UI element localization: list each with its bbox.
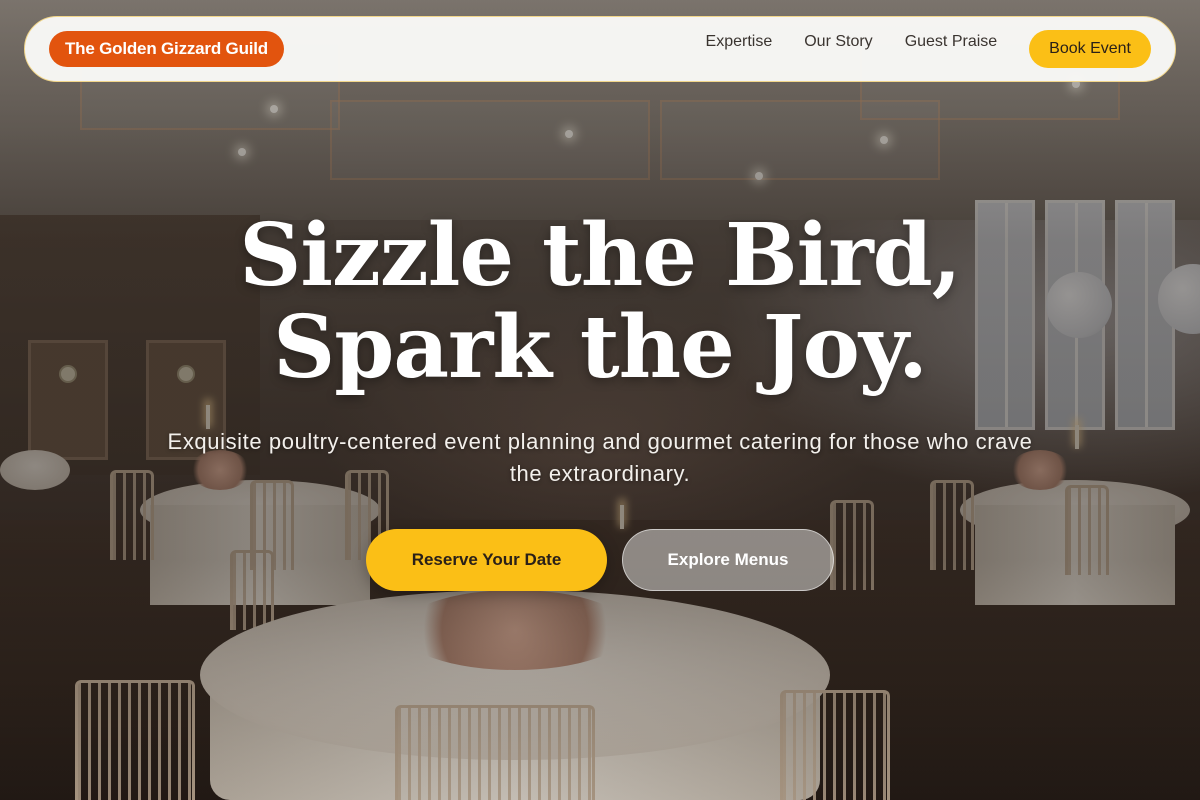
hero-title-line-2: Spark the Joy. <box>273 297 928 398</box>
brand-logo-link[interactable]: The Golden Gizzard Guild <box>49 31 284 67</box>
hero-title-line-1: Sizzle the Bird, <box>239 205 961 306</box>
reserve-date-button[interactable]: Reserve Your Date <box>366 529 607 591</box>
explore-menus-button[interactable]: Explore Menus <box>622 529 834 591</box>
nav-link-our-story[interactable]: Our Story <box>804 33 872 51</box>
nav-link-expertise[interactable]: Expertise <box>706 33 773 51</box>
book-event-button[interactable]: Book Event <box>1029 30 1151 68</box>
banquet-hall-photo <box>0 0 1200 800</box>
hero-overlay <box>0 0 1200 800</box>
hero-title: Sizzle the Bird, Spark the Joy. <box>0 210 1200 394</box>
nav-link-guest-praise[interactable]: Guest Praise <box>905 33 997 51</box>
hero-subtitle: Exquisite poultry-centered event plannin… <box>167 429 1033 486</box>
top-navbar: The Golden Gizzard Guild Expertise Our S… <box>24 16 1176 82</box>
nav-links: Expertise Our Story Guest Praise Book Ev… <box>706 30 1151 68</box>
